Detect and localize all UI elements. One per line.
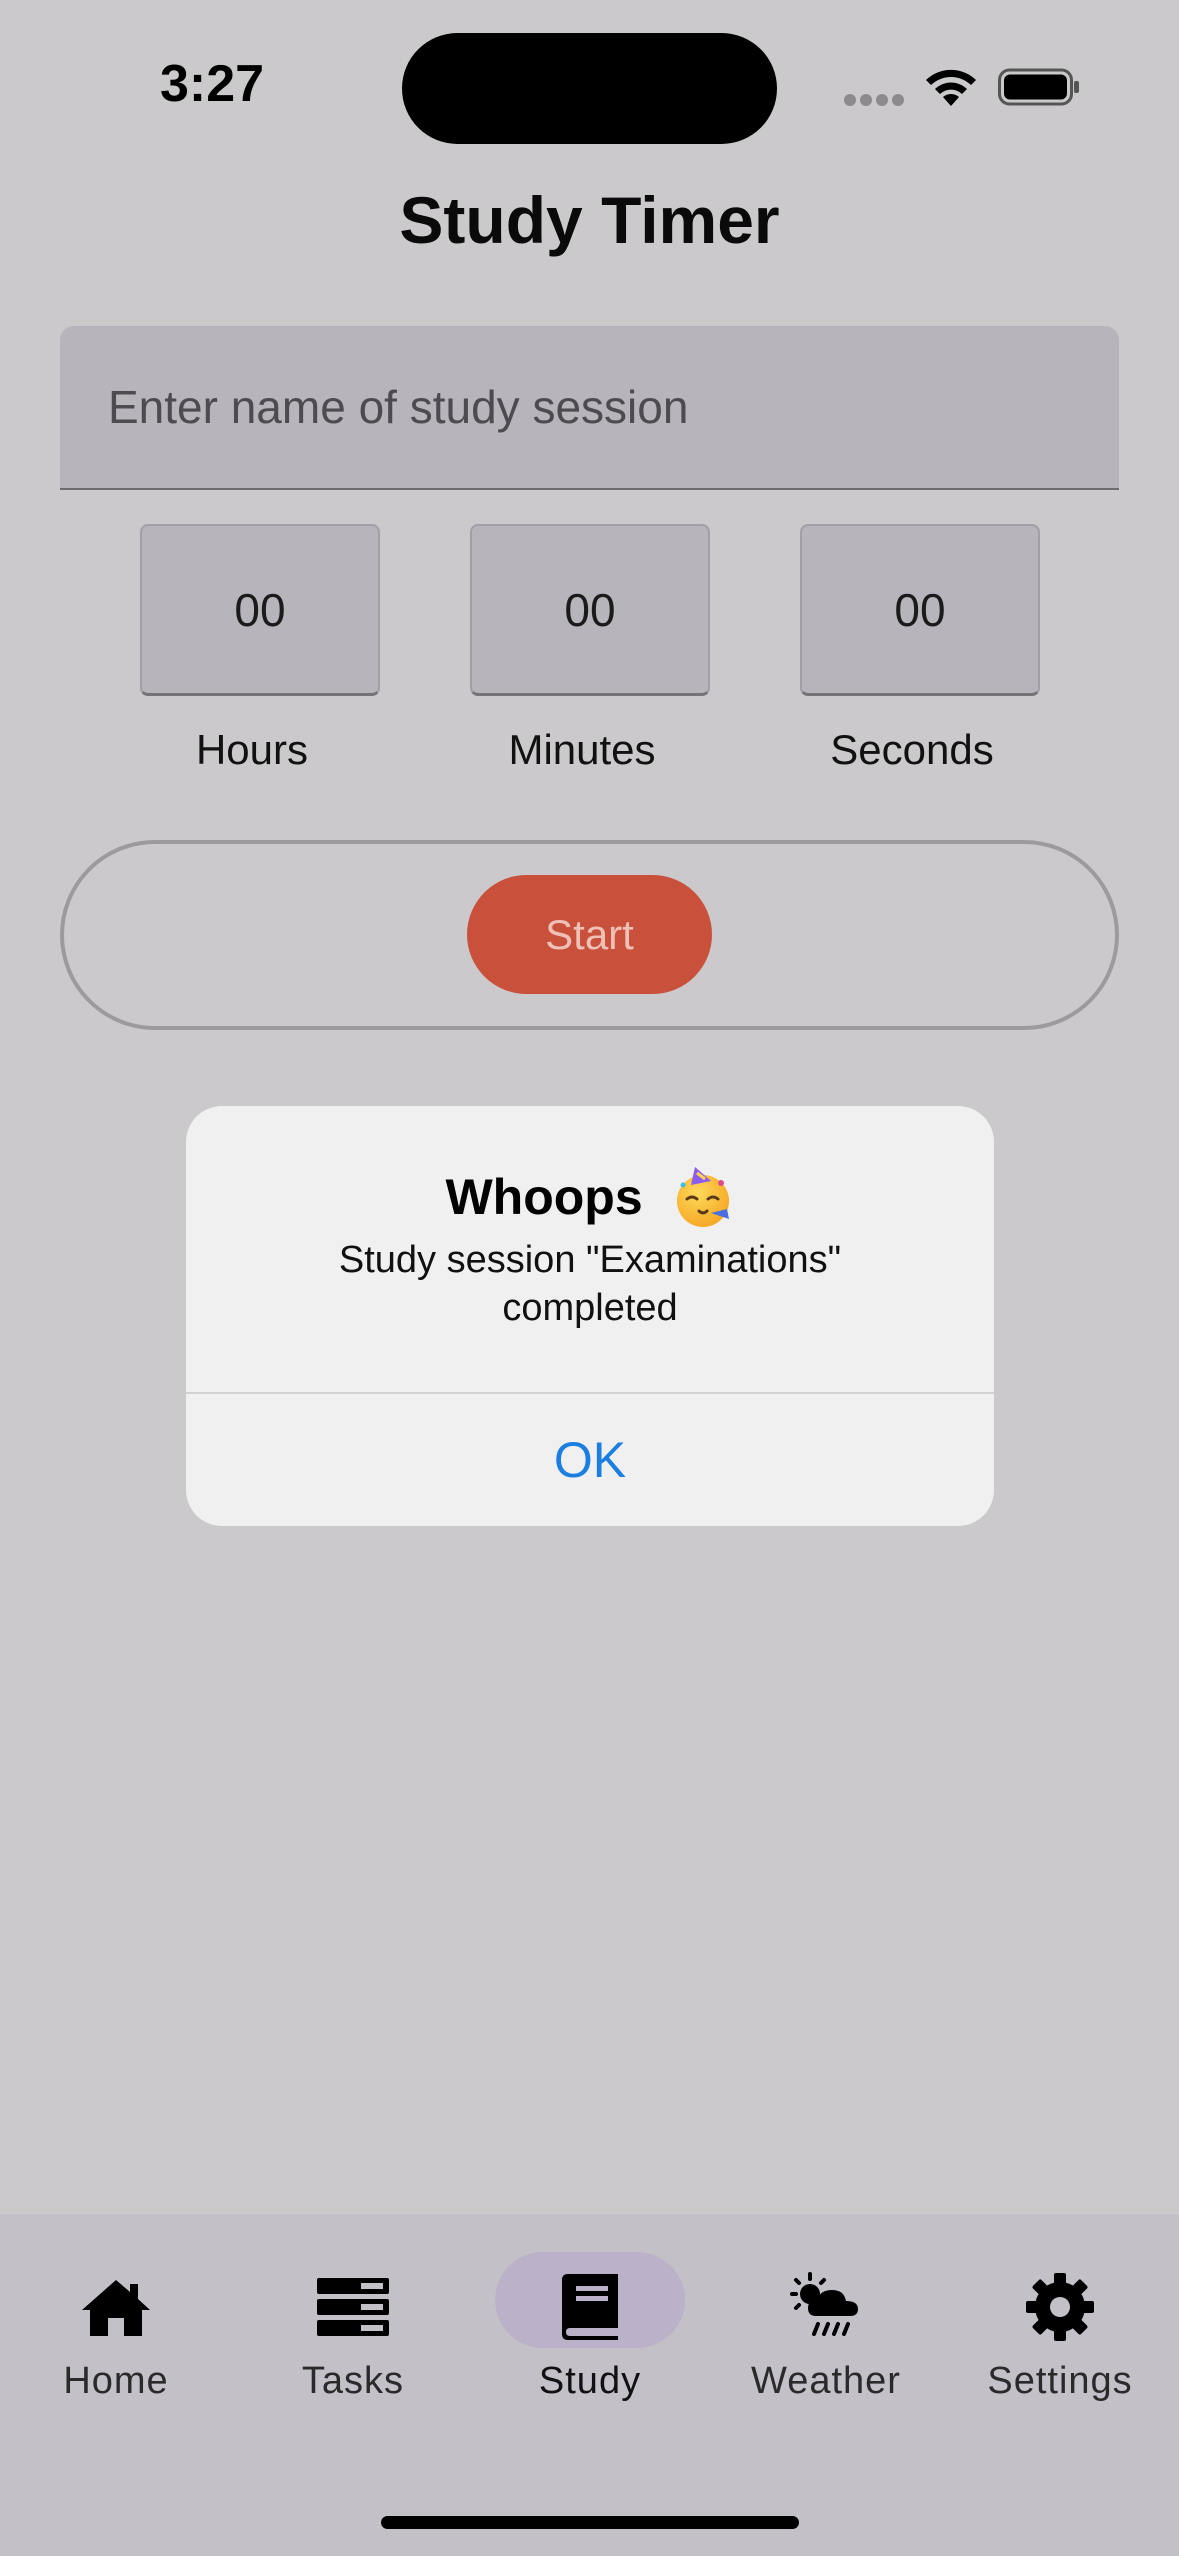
- alert-ok-button[interactable]: OK: [186, 1394, 994, 1526]
- seconds-input[interactable]: [800, 524, 1040, 696]
- nav-label-settings: Settings: [987, 2360, 1133, 2402]
- minutes-input[interactable]: [470, 524, 710, 696]
- dynamic-island: [402, 33, 777, 144]
- nav-item-home[interactable]: Home: [16, 2252, 216, 2422]
- nav-item-tasks[interactable]: Tasks: [253, 2252, 453, 2422]
- alert-title-row: Whoops: [186, 1164, 994, 1229]
- alert-title: Whoops: [445, 1168, 643, 1225]
- partying-face-icon: [676, 1166, 729, 1227]
- nav-item-settings[interactable]: Settings: [960, 2252, 1160, 2422]
- minutes-label: Minutes: [508, 726, 656, 773]
- alert-dialog: Whoops Study session "Examinations" comp…: [186, 1106, 994, 1526]
- start-button[interactable]: Start: [467, 875, 712, 994]
- nav-label-tasks: Tasks: [301, 2360, 405, 2402]
- hours-label: Hours: [195, 726, 309, 773]
- page-title: Study Timer: [399, 183, 780, 257]
- battery-icon: [998, 68, 1079, 106]
- nav-item-study[interactable]: Study: [490, 2252, 690, 2422]
- nav-label-study: Study: [538, 2360, 642, 2402]
- status-time: 3:27: [160, 55, 265, 113]
- nav-label-home: Home: [63, 2360, 169, 2402]
- hours-input[interactable]: [140, 524, 380, 696]
- weather-icon: [790, 2272, 858, 2336]
- bottom-nav: Home Tasks Study Weather Settings: [0, 2214, 1179, 2556]
- seconds-label: Seconds: [830, 726, 994, 773]
- alert-message: Study session "Examinations" completed: [338, 1239, 842, 1329]
- tasks-icon: [317, 2278, 389, 2336]
- nav-label-weather: Weather: [751, 2360, 901, 2402]
- home-icon: [82, 2280, 150, 2336]
- cellular-signal-icon: [844, 94, 904, 106]
- session-name-input[interactable]: [60, 326, 1119, 490]
- book-icon: [562, 2274, 618, 2340]
- nav-item-weather[interactable]: Weather: [726, 2252, 926, 2422]
- home-indicator: [381, 2516, 799, 2529]
- wifi-icon: [926, 69, 976, 106]
- gear-icon: [1026, 2273, 1094, 2341]
